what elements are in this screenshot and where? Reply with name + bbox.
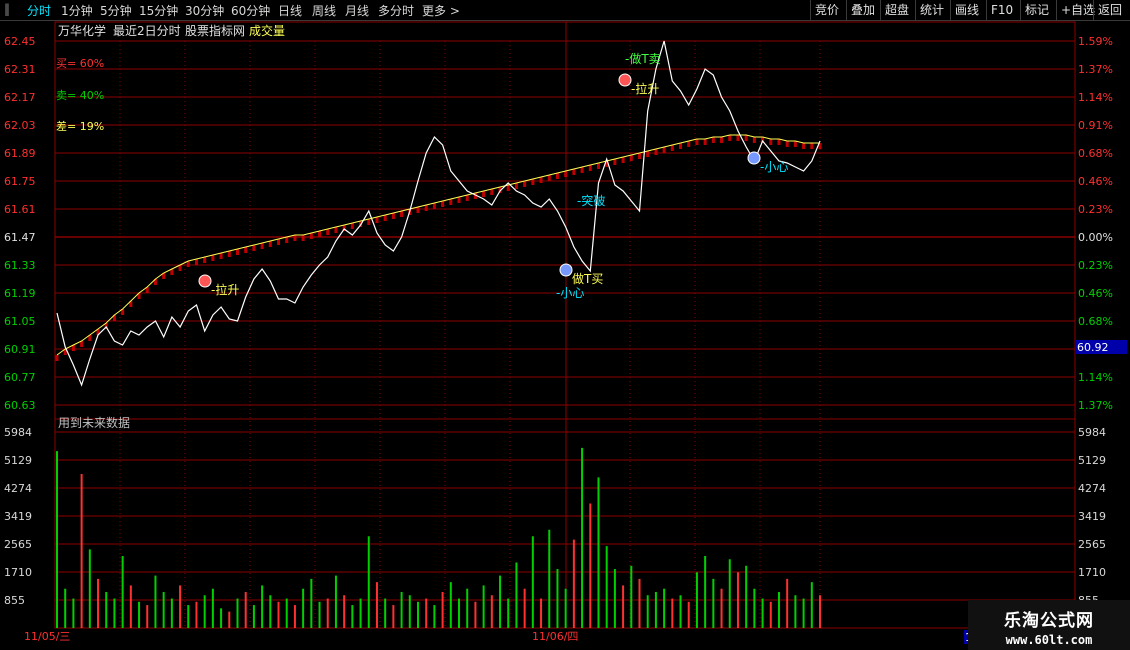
price-tick-right-10: 0.68% — [1078, 315, 1113, 328]
price-tick-left-1: 62.31 — [4, 63, 36, 76]
price-tick-right-9: 0.46% — [1078, 287, 1113, 300]
indicator-diff: 差= 19% — [56, 119, 104, 133]
annotation-pull_up_1: -拉升 — [211, 282, 239, 297]
chart: 62.45 1.59% 62.31 1.37% 62.17 1.14% 62.03 0.91%… — [4, 21, 1127, 644]
current-price-tag: 60.92 — [1077, 341, 1109, 354]
annotation-do_t_buy: 做T买 — [572, 271, 603, 286]
price-tick-left-13: 60.63 — [4, 399, 36, 412]
annotation-do_t_sell: -做T卖 — [625, 51, 661, 66]
price-tick-left-10: 61.05 — [4, 315, 36, 328]
price-tick-right-13: 1.37% — [1078, 399, 1113, 412]
indicator-sell: 卖= 40% — [56, 89, 104, 102]
annotation-careful_2: -小心 — [760, 160, 788, 174]
price-line — [56, 40, 821, 387]
price-tick-left-9: 61.19 — [4, 287, 36, 300]
price-tick-right-6: 0.23% — [1078, 203, 1113, 216]
price-tick-left-0: 62.45 — [4, 35, 36, 48]
watermark: 乐淘公式网 www.60lt.com — [968, 600, 1130, 650]
volume-tick-right-1: 5129 — [1078, 454, 1106, 467]
price-tick-left-5: 61.75 — [4, 175, 36, 188]
price-tick-left-11: 60.91 — [4, 343, 36, 356]
volume-tick-left-2: 4274 — [4, 482, 32, 495]
volume-label: 成交量 — [249, 23, 285, 38]
price-tick-right-5: 0.46% — [1078, 175, 1113, 188]
volume-tick-right-4: 2565 — [1078, 538, 1106, 551]
volume-tick-left-6: 855 — [4, 594, 25, 607]
annotation-marker-do_t_buy — [559, 263, 573, 277]
volume-tick-right-2: 4274 — [1078, 482, 1106, 495]
price-tick-right-2: 1.14% — [1078, 91, 1113, 104]
volume-tick-right-3: 3419 — [1078, 510, 1106, 523]
price-tick-right-7: 0.00% — [1078, 231, 1113, 244]
range-label: 最近2日分时 — [113, 24, 181, 38]
price-tick-right-1: 1.37% — [1078, 63, 1113, 76]
price-tick-left-4: 61.89 — [4, 147, 36, 160]
price-tick-right-3: 0.91% — [1078, 119, 1113, 132]
annotation-marker-pull_up_1 — [198, 274, 212, 288]
price-tick-left-6: 61.61 — [4, 203, 36, 216]
stock-name: 万华化学 — [58, 23, 106, 38]
price-tick-right-12: 1.14% — [1078, 371, 1113, 384]
price-tick-left-2: 62.17 — [4, 91, 36, 104]
price-tick-right-0: 1.59% — [1078, 35, 1113, 48]
date-label-0: 11/05/三 — [24, 630, 70, 643]
price-tick-right-4: 0.68% — [1078, 147, 1113, 160]
annotation-careful_1: -小心 — [556, 286, 584, 300]
annotation-break: -突破 — [577, 193, 605, 208]
future-data-note: 用到未来数据 — [58, 415, 130, 430]
indicator-buy: 买= 60% — [56, 57, 104, 70]
annotation-marker-careful_2 — [747, 151, 761, 165]
watermark-line1: 乐淘公式网 — [1004, 611, 1094, 631]
annotation-pull_up_2: -拉升 — [631, 81, 659, 96]
volume-tick-right-0: 5984 — [1078, 426, 1106, 439]
source-label: 股票指标网 — [185, 23, 245, 38]
volume-tick-left-0: 5984 — [4, 426, 32, 439]
volume-tick-left-3: 3419 — [4, 510, 32, 523]
annotation-marker-pull_up_2 — [618, 73, 632, 87]
price-tick-left-7: 61.47 — [4, 231, 36, 244]
price-tick-left-3: 62.03 — [4, 119, 36, 132]
volume-tick-left-4: 2565 — [4, 538, 32, 551]
volume-tick-right-5: 1710 — [1078, 566, 1106, 579]
price-tick-right-8: 0.23% — [1078, 259, 1113, 272]
volume-tick-left-1: 5129 — [4, 454, 32, 467]
price-tick-left-8: 61.33 — [4, 259, 36, 272]
date-label-1: 11/06/四 — [532, 630, 578, 643]
volume-tick-left-5: 1710 — [4, 566, 32, 579]
price-tick-left-12: 60.77 — [4, 371, 36, 384]
watermark-line2: www.60lt.com — [1005, 633, 1093, 647]
avg-line — [56, 134, 820, 356]
